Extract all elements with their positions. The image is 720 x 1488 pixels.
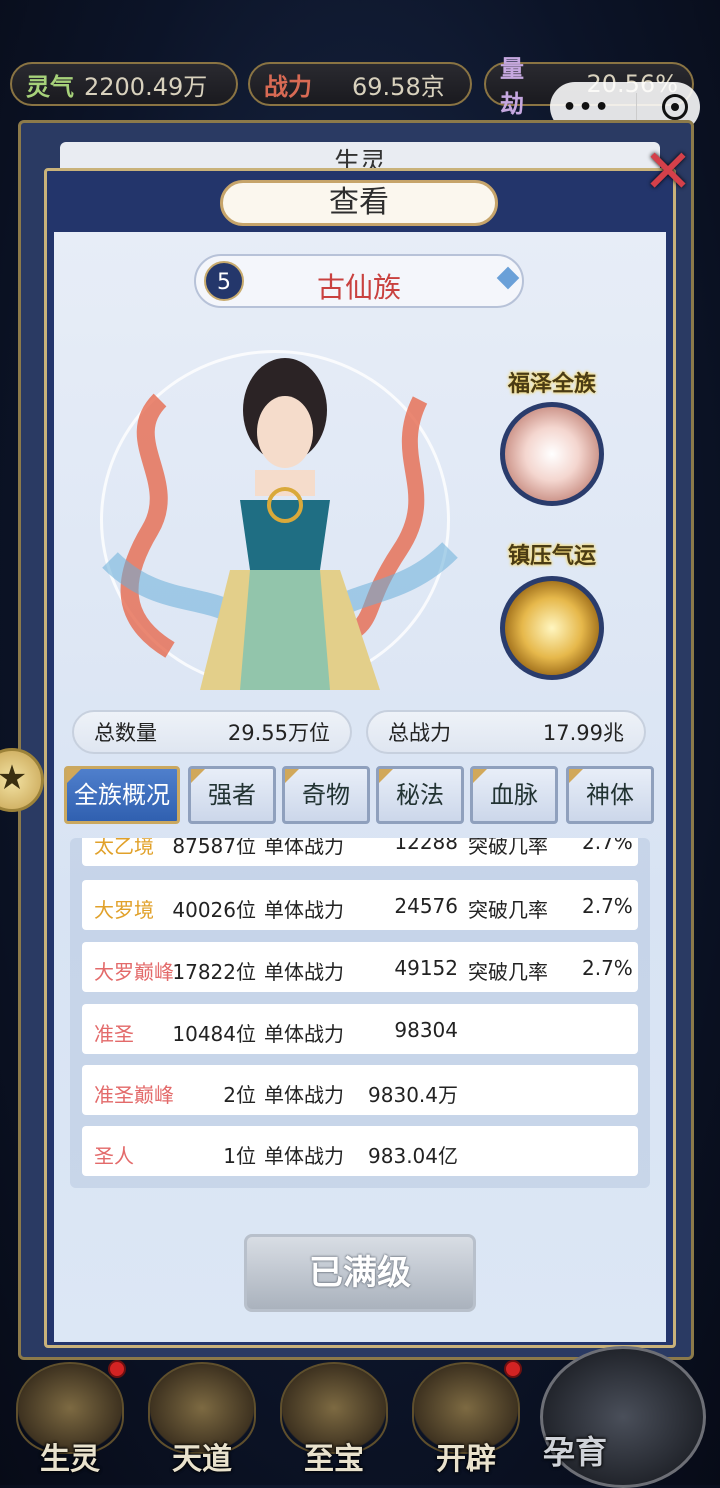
realm-count: 1位	[223, 1144, 256, 1168]
break-rate: 2.7%	[582, 956, 633, 980]
tab-corner	[67, 769, 81, 783]
power-label: 单体战力	[264, 898, 344, 922]
list-item: 准圣巅峰 2位 单体战力 9830.4万	[82, 1065, 638, 1115]
power-label: 单体战力	[264, 1144, 344, 1168]
resource-lingqi: 灵气 2200.49万	[10, 62, 238, 106]
break-label: 突破几率	[468, 898, 548, 922]
character-portrait	[102, 358, 458, 690]
tab-divine-body[interactable]: 神体	[566, 766, 654, 824]
tab-strong[interactable]: 强者	[188, 766, 276, 824]
nav-zhibao[interactable]: 至宝	[274, 1362, 394, 1482]
tab-label: 神体	[586, 781, 634, 809]
realm-count: 2位	[223, 1083, 256, 1107]
total-count-stat: 总数量 29.55万位	[72, 710, 352, 754]
power-value: 98304	[394, 1018, 458, 1042]
tab-corner	[379, 769, 393, 783]
skill-title: 福泽全族	[507, 372, 596, 397]
realm-count: 40026位	[172, 898, 256, 922]
tab-label: 强者	[208, 781, 256, 809]
tab-corner	[191, 769, 205, 783]
skill-title: 镇压气运	[507, 544, 596, 569]
power-label: 单体战力	[264, 1083, 344, 1107]
power-value: 49152	[394, 956, 458, 980]
realm-name: 太乙境	[94, 838, 154, 858]
realm-name: 大罗境	[94, 898, 154, 922]
resource-label: 量劫	[500, 55, 524, 118]
resource-value: 69.58京	[352, 72, 445, 101]
dialog-title: 查看	[220, 180, 498, 226]
stat-value: 29.55万位	[227, 721, 330, 745]
realm-count: 17822位	[172, 960, 256, 984]
power-value: 24576	[394, 894, 458, 918]
realm-name: 准圣巅峰	[94, 1083, 174, 1107]
realm-count: 10484位	[172, 1022, 256, 1046]
tab-corner	[473, 769, 487, 783]
race-selector[interactable]: 5 古仙族	[194, 254, 524, 308]
resource-label: 战力	[264, 72, 312, 101]
blessing-orb-icon[interactable]	[500, 402, 604, 506]
power-value: 983.04亿	[368, 1144, 458, 1168]
realm-name: 圣人	[94, 1144, 134, 1168]
power-label: 单体战力	[264, 838, 344, 858]
nav-label: 天道	[172, 1442, 232, 1477]
tab-corner	[569, 769, 583, 783]
nav-tiandao[interactable]: 天道	[142, 1362, 262, 1482]
nav-label: 孕育	[543, 1433, 608, 1471]
capsule-divider	[635, 93, 637, 121]
stat-value: 17.99兆	[542, 721, 624, 745]
realm-count: 87587位	[172, 838, 256, 858]
break-label: 突破几率	[468, 960, 548, 984]
realm-list[interactable]: 太乙境 87587位 单体战力 12288 突破几率 2.7% 大罗境 4002…	[70, 838, 650, 1188]
tab-label: 奇物	[302, 781, 350, 809]
list-item: 太乙境 87587位 单体战力 12288 突破几率 2.7%	[82, 838, 638, 866]
fortune-shield-icon[interactable]	[500, 576, 604, 680]
tab-label: 秘法	[396, 781, 444, 809]
break-label: 突破几率	[468, 838, 548, 858]
tab-bloodline[interactable]: 血脉	[470, 766, 558, 824]
list-item: 圣人 1位 单体战力 983.04亿	[82, 1126, 638, 1176]
tab-corner	[285, 769, 299, 783]
nav-label: 开辟	[436, 1442, 496, 1477]
resource-value: 2200.49万	[84, 72, 208, 101]
power-label: 单体战力	[264, 1022, 344, 1046]
power-value: 9830.4万	[368, 1083, 458, 1107]
stat-label: 总数量	[94, 721, 157, 745]
close-miniprogram-icon[interactable]	[661, 94, 688, 120]
max-level-button[interactable]: 已满级	[244, 1234, 476, 1312]
notification-badge	[108, 1360, 126, 1378]
race-name: 古仙族	[316, 271, 401, 304]
tab-label: 全族概况	[74, 781, 170, 809]
tab-treasure[interactable]: 奇物	[282, 766, 370, 824]
resource-power: 战力 69.58京	[248, 62, 472, 106]
notification-badge	[504, 1360, 522, 1378]
close-icon[interactable]: ✕	[636, 140, 700, 204]
nav-label: 至宝	[304, 1442, 364, 1477]
power-label: 单体战力	[264, 960, 344, 984]
list-item: 大罗境 40026位 单体战力 24576 突破几率 2.7%	[82, 880, 638, 930]
realm-name: 准圣	[94, 1022, 134, 1046]
list-item: 准圣 10484位 单体战力 98304	[82, 1004, 638, 1054]
break-rate: 2.7%	[582, 838, 633, 854]
total-power-stat: 总战力 17.99兆	[366, 710, 646, 754]
nav-yunyu[interactable]: 孕育	[540, 1346, 706, 1488]
nav-shengling[interactable]: 生灵	[10, 1360, 130, 1482]
power-value: 12288	[394, 838, 458, 854]
resource-label: 灵气	[26, 72, 74, 101]
break-rate: 2.7%	[582, 894, 633, 918]
tab-secret-art[interactable]: 秘法	[376, 766, 464, 824]
nav-kaipi[interactable]: 开辟	[406, 1360, 526, 1482]
more-icon[interactable]: •••	[562, 95, 610, 120]
realm-name: 大罗巅峰	[94, 960, 174, 984]
list-item: 大罗巅峰 17822位 单体战力 49152 突破几率 2.7%	[82, 942, 638, 992]
tab-label: 血脉	[490, 781, 538, 809]
nav-label: 生灵	[40, 1442, 100, 1477]
stat-label: 总战力	[388, 721, 451, 745]
tab-overview[interactable]: 全族概况	[64, 766, 180, 824]
